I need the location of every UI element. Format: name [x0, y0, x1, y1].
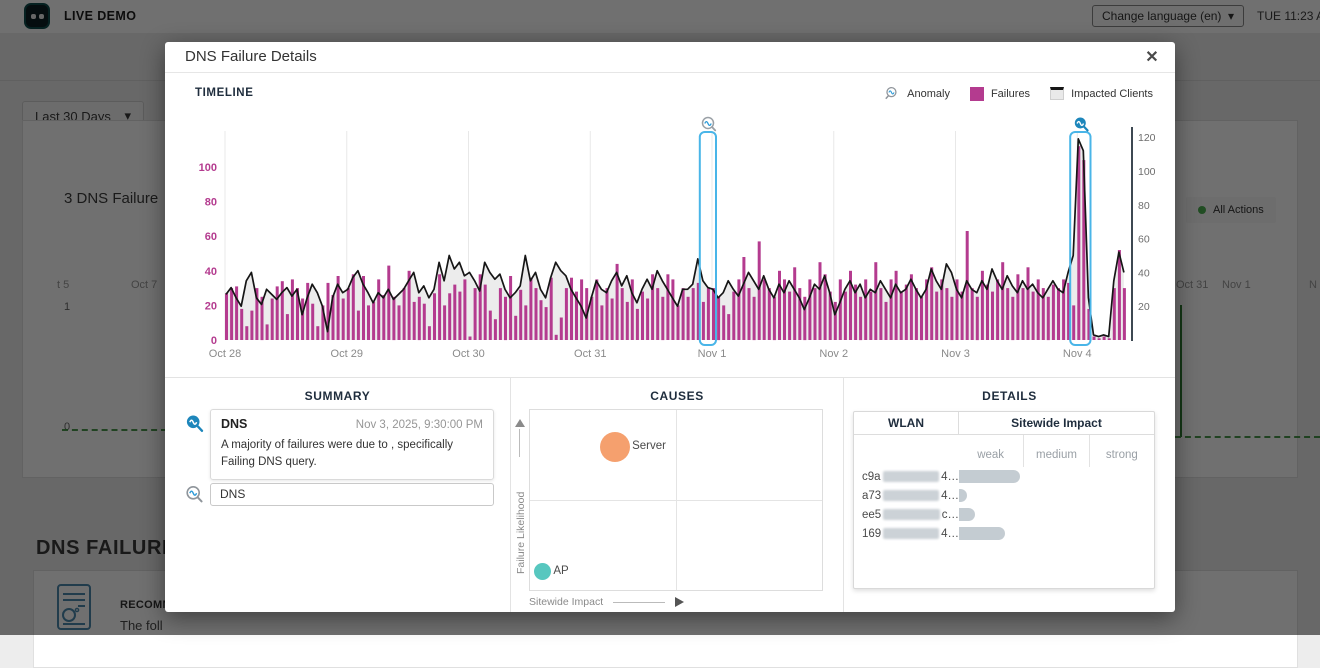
cause-bubble-ap[interactable]: [534, 563, 551, 580]
timeline-section-label: TIMELINE: [195, 87, 253, 99]
svg-text:100: 100: [199, 162, 217, 174]
wlan-impact-row[interactable]: 1694…: [854, 524, 1154, 543]
cause-bubble-label: AP: [553, 565, 568, 577]
anomaly-marker-icon[interactable]: [1075, 118, 1088, 131]
svg-text:40: 40: [205, 266, 217, 278]
summary-anomaly-row[interactable]: DNS: [210, 483, 494, 506]
causes-pane: CAUSES Server AP Failure Likelihood Sitew…: [510, 378, 843, 612]
sitewide-impact-column-header: Sitewide Impact: [959, 412, 1154, 434]
impacted-clients-swatch: [1050, 87, 1064, 100]
causes-x-axis: Sitewide Impact: [529, 596, 684, 608]
svg-text:0: 0: [211, 335, 217, 347]
causes-quadrant-chart[interactable]: Server AP: [529, 409, 823, 591]
cause-bubble-label: Server: [632, 440, 666, 452]
failures-swatch: [970, 87, 984, 101]
summary-heading: SUMMARY: [165, 389, 510, 403]
anomaly-selected-icon[interactable]: [185, 414, 205, 434]
svg-text:20: 20: [205, 300, 217, 312]
dns-failure-details-modal: DNS Failure Details ✕ TIMELINE Anomaly F…: [165, 42, 1175, 612]
svg-text:120: 120: [1138, 132, 1155, 144]
wlan-impact-row[interactable]: a734…: [854, 486, 1154, 505]
anomaly-marker-icon[interactable]: [703, 118, 716, 131]
redacted-text-block: [883, 490, 939, 501]
svg-text:Oct 28: Oct 28: [209, 348, 241, 360]
causes-xlabel: Sitewide Impact: [529, 596, 603, 608]
anomaly-icon[interactable]: [185, 485, 205, 505]
wlan-column-header: WLAN: [854, 412, 959, 434]
svg-text:100: 100: [1138, 166, 1155, 178]
redacted-text-block: [883, 528, 939, 539]
svg-text:Nov 2: Nov 2: [819, 348, 848, 360]
legend-failures-label: Failures: [991, 88, 1030, 100]
impact-levels-row: weak medium strong: [854, 435, 1154, 467]
summary-pane: SUMMARY DNS Nov 3, 2025, 9:30:00 PM A ma…: [165, 378, 510, 612]
causes-ylabel: Failure Likelihood: [515, 464, 527, 574]
impact-level-weak: weak: [958, 435, 1023, 467]
modal-header: DNS Failure Details ✕: [165, 42, 1175, 73]
sitewide-impact-bar: [959, 470, 1020, 483]
timeline-chart[interactable]: Oct 28 Oct 29 Oct 30 Oct 31 Nov 1 Nov 2 Nov 3 N…: [195, 115, 1155, 375]
details-table[interactable]: WLAN Sitewide Impact weak medium strong …: [853, 411, 1155, 589]
wlan-impact-row[interactable]: ee5c…: [854, 505, 1154, 524]
wlan-impact-row[interactable]: c9a4…: [854, 467, 1154, 486]
summary-card-timestamp: Nov 3, 2025, 9:30:00 PM: [356, 419, 483, 431]
causes-heading: CAUSES: [511, 389, 843, 403]
arrow-right-icon: [675, 597, 684, 607]
wlan-name: ee5c…: [854, 509, 959, 521]
summary-card-title: DNS: [221, 417, 247, 431]
impact-level-medium: medium: [1023, 435, 1088, 467]
details-pane: DETAILS WLAN Sitewide Impact weak medium…: [843, 378, 1175, 612]
summary-card-text: A majority of failures were due to , spe…: [221, 437, 483, 470]
redacted-text-block: [883, 471, 940, 482]
wlan-name: 1694…: [854, 528, 959, 540]
svg-text:20: 20: [1138, 301, 1150, 313]
anomaly-icon: [885, 86, 900, 101]
svg-text:60: 60: [205, 231, 217, 243]
wlan-name: c9a4…: [854, 471, 959, 483]
impact-level-strong: strong: [1089, 435, 1154, 467]
svg-text:Nov 4: Nov 4: [1063, 348, 1092, 360]
sitewide-impact-bar: [959, 527, 1005, 540]
svg-text:60: 60: [1138, 234, 1150, 246]
svg-text:40: 40: [1138, 267, 1150, 279]
timeline-left-axis: 0 20 40 60 80 100: [199, 162, 217, 347]
svg-text:Oct 29: Oct 29: [331, 348, 363, 360]
legend-anomaly-label: Anomaly: [907, 88, 950, 100]
timeline-legend: Anomaly Failures Impacted Clients: [885, 86, 1153, 101]
legend-impacted-label: Impacted Clients: [1071, 88, 1153, 100]
causes-y-axis: Failure Likelihood: [512, 409, 528, 591]
summary-anomaly-card[interactable]: DNS Nov 3, 2025, 9:30:00 PM A majority o…: [210, 409, 494, 480]
sitewide-impact-bar: [959, 489, 967, 502]
impacted-clients-area: [226, 139, 1124, 340]
wlan-name: a734…: [854, 490, 959, 502]
modal-bottom-panes: SUMMARY DNS Nov 3, 2025, 9:30:00 PM A ma…: [165, 377, 1175, 612]
svg-text:Oct 30: Oct 30: [452, 348, 484, 360]
timeline-x-labels: Oct 28 Oct 29 Oct 30 Oct 31 Nov 1 Nov 2 Nov 3 N…: [209, 348, 1092, 360]
redacted-text-block: [883, 509, 940, 520]
arrow-up-icon: [515, 419, 525, 427]
svg-text:Nov 1: Nov 1: [698, 348, 727, 360]
sitewide-impact-bar: [959, 508, 975, 521]
cause-bubble-server[interactable]: [600, 432, 630, 462]
timeline-right-axis: 20 40 60 80 100 120: [1138, 132, 1155, 313]
svg-text:Oct 31: Oct 31: [574, 348, 606, 360]
modal-title: DNS Failure Details: [185, 48, 317, 65]
svg-text:80: 80: [1138, 200, 1150, 212]
details-heading: DETAILS: [844, 389, 1175, 403]
svg-text:80: 80: [205, 197, 217, 209]
close-icon[interactable]: ✕: [1141, 46, 1163, 68]
svg-text:Nov 3: Nov 3: [941, 348, 970, 360]
details-table-header: WLAN Sitewide Impact: [854, 412, 1154, 435]
